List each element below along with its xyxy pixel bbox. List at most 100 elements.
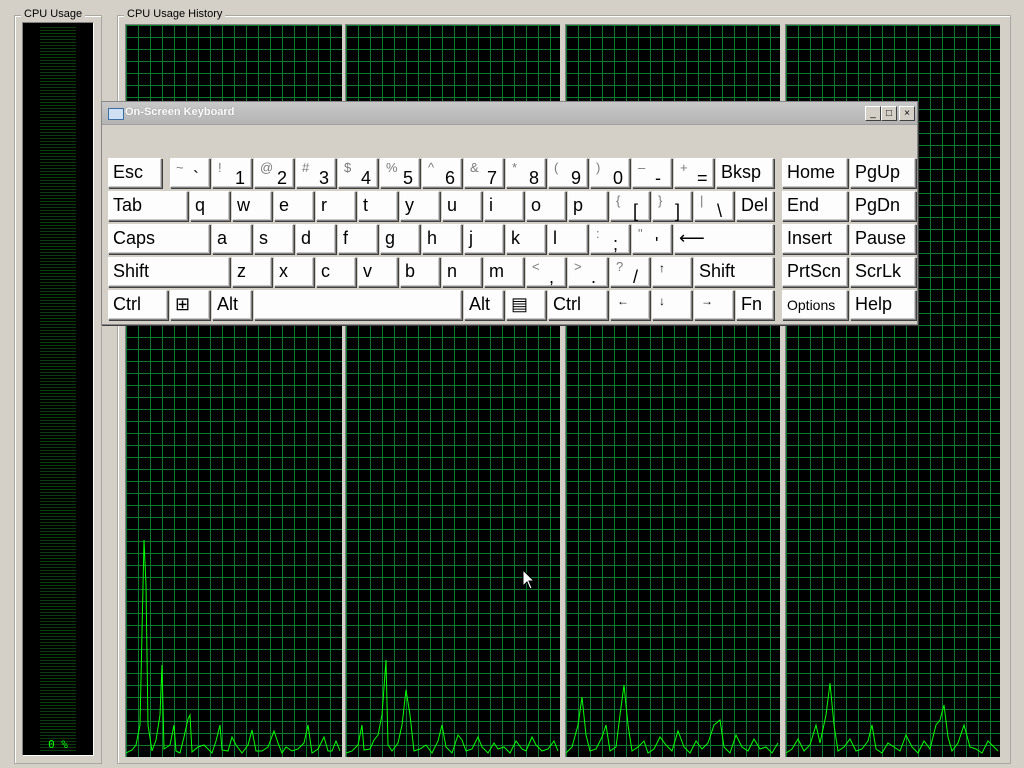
key-left[interactable]: ← [610, 290, 650, 320]
key-minus[interactable]: – - [632, 158, 672, 188]
key-rshift-label: Shift [699, 261, 736, 281]
key-t[interactable]: t [358, 191, 398, 221]
key-u[interactable]: u [442, 191, 482, 221]
key-4[interactable]: $4 [338, 158, 378, 188]
key-rbracket[interactable]: }] [652, 191, 692, 221]
key-space[interactable] [254, 290, 462, 320]
key-3[interactable]: #3 [296, 158, 336, 188]
key-j[interactable]: j [464, 224, 504, 254]
key-i-label: i [489, 195, 493, 215]
key-1[interactable]: ! 1 [212, 158, 252, 188]
key-a[interactable]: a [212, 224, 252, 254]
key-lctrl[interactable]: Ctrl [108, 290, 168, 320]
key-lctrl-label: Ctrl [113, 294, 141, 314]
key-rshift[interactable]: Shift [694, 257, 774, 287]
key-7-shift-label: & [470, 160, 479, 175]
key-lshift[interactable]: Shift [108, 257, 230, 287]
key-semicolon[interactable]: :; [590, 224, 630, 254]
key-del[interactable]: Del [736, 191, 774, 221]
close-button[interactable]: × [899, 106, 915, 121]
key-insert[interactable]: Insert [782, 224, 848, 254]
key-pgdn[interactable]: PgDn [850, 191, 916, 221]
key-caps[interactable]: Caps [108, 224, 210, 254]
key-e[interactable]: e [274, 191, 314, 221]
key-w[interactable]: w [232, 191, 272, 221]
key-pgup[interactable]: PgUp [850, 158, 916, 188]
key-z[interactable]: z [232, 257, 272, 287]
key-r[interactable]: r [316, 191, 356, 221]
on-screen-keyboard-window[interactable]: On-Screen Keyboard _ □ × Esc ~ `! 1 @2 #3 $4% 5… [101, 101, 918, 325]
key-9-label: 9 [571, 168, 582, 188]
key-0[interactable]: ) 0 [590, 158, 630, 188]
key-7[interactable]: & 7 [464, 158, 504, 188]
key-esc[interactable]: Esc [108, 158, 162, 188]
maximize-button[interactable]: □ [881, 106, 897, 121]
osk-title-bar[interactable]: On-Screen Keyboard _ □ × [102, 102, 917, 125]
key-menu[interactable]: ▤ [506, 290, 546, 320]
key-bksp[interactable]: Bksp [716, 158, 774, 188]
key-p[interactable]: p [568, 191, 608, 221]
key-equals[interactable]: + = [674, 158, 714, 188]
key-comma[interactable]: <, [526, 257, 566, 287]
key-enter[interactable]: ⟵ [674, 224, 774, 254]
key-y[interactable]: y [400, 191, 440, 221]
key-tilde[interactable]: ~ ` [170, 158, 210, 188]
key-h[interactable]: h [422, 224, 462, 254]
key-menu-label: ▤ [511, 294, 529, 314]
minimize-button[interactable]: _ [865, 106, 881, 121]
key-rctrl[interactable]: Ctrl [548, 290, 608, 320]
key-fn[interactable]: Fn [736, 290, 774, 320]
key-f-label: f [343, 228, 349, 248]
key-n[interactable]: n [442, 257, 482, 287]
cpu-meter-bar [40, 27, 76, 751]
key-quote[interactable]: " ' [632, 224, 672, 254]
key-prtscn[interactable]: PrtScn [782, 257, 848, 287]
key-up[interactable]: ↑ [652, 257, 692, 287]
key-f[interactable]: f [338, 224, 378, 254]
key-home[interactable]: Home [782, 158, 848, 188]
key-pause-label: Pause [855, 228, 907, 248]
key-period[interactable]: >. [568, 257, 608, 287]
key-slash[interactable]: ? / [610, 257, 650, 287]
key-k[interactable]: k [506, 224, 546, 254]
key-help[interactable]: Help [850, 290, 916, 320]
key-down[interactable]: ↓ [652, 290, 692, 320]
key-scrlk[interactable]: ScrLk [850, 257, 916, 287]
key-5[interactable]: % 5 [380, 158, 420, 188]
key-backslash[interactable]: | \ [694, 191, 734, 221]
key-q[interactable]: q [190, 191, 230, 221]
key-t-label: t [363, 195, 369, 215]
key-x[interactable]: x [274, 257, 314, 287]
key-lbracket[interactable]: {[ [610, 191, 650, 221]
key-i[interactable]: i [484, 191, 524, 221]
key-insert-label: Insert [787, 228, 833, 248]
key-d[interactable]: d [296, 224, 336, 254]
key-quote-shift-label: " [638, 226, 643, 241]
key-tab[interactable]: Tab [108, 191, 188, 221]
key-2-label: 2 [277, 168, 288, 188]
key-c[interactable]: c [316, 257, 356, 287]
key-6[interactable]: ^ 6 [422, 158, 462, 188]
key-2[interactable]: @2 [254, 158, 294, 188]
key-0-label: 0 [613, 168, 624, 188]
key-8[interactable]: * 8 [506, 158, 546, 188]
key-0-shift-label: ) [596, 160, 601, 175]
key-9[interactable]: (9 [548, 158, 588, 188]
key-m[interactable]: m [484, 257, 524, 287]
key-end[interactable]: End [782, 191, 848, 221]
key-g[interactable]: g [380, 224, 420, 254]
key-options[interactable]: Options [782, 290, 848, 320]
key-win[interactable]: ⊞ [170, 290, 210, 320]
key-lalt[interactable]: Alt [212, 290, 252, 320]
key-s[interactable]: s [254, 224, 294, 254]
key-slash-label: / [633, 267, 639, 287]
key-pause[interactable]: Pause [850, 224, 916, 254]
key-b[interactable]: b [400, 257, 440, 287]
key-o[interactable]: o [526, 191, 566, 221]
key-right[interactable]: → [694, 290, 734, 320]
key-v[interactable]: v [358, 257, 398, 287]
key-2-shift-label: @ [260, 160, 274, 175]
key-a-label: a [217, 228, 228, 248]
key-ralt[interactable]: Alt [464, 290, 504, 320]
key-l[interactable]: l [548, 224, 588, 254]
